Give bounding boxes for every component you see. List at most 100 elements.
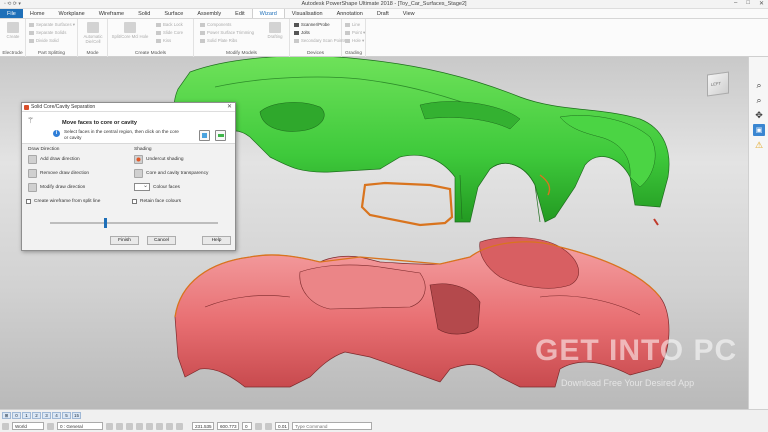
point-icon [345,30,350,35]
split-line[interactable] [360,174,659,227]
zoom-icon[interactable]: ⌕ [753,79,765,91]
workplane-select[interactable]: World [12,422,44,430]
grid-icon[interactable] [265,422,272,430]
scan-points-icon [294,38,299,43]
layer-button[interactable]: ⊞ [2,412,11,419]
solid-core-cavity-dialog: Solid Core/Cavity Separation ✕ ⚚ Move fa… [21,102,236,251]
secondary-scan-points-button[interactable]: Secondary Scan Points [294,38,346,43]
tab-surface[interactable]: Surface [157,9,190,18]
drafting-icon [269,22,281,33]
close-icon[interactable]: ✕ [759,0,764,7]
scanner-probe-button[interactable]: Scanner/Probe [294,22,330,27]
tab-solid[interactable]: Solid [131,9,157,18]
transparency-button[interactable]: Core and cavity transparency [134,169,208,178]
layer-button[interactable]: 4 [52,412,61,419]
shaded-view-icon[interactable]: ▣ [753,124,765,136]
grading-point-button[interactable]: Point ▾ [345,30,365,36]
remove-draw-direction-button[interactable]: Remove draw direction [28,169,89,178]
split-core-icon [124,22,136,33]
tool-icon[interactable] [116,422,123,430]
components-icon [200,22,205,27]
command-input[interactable] [292,422,372,430]
tool-icon[interactable] [126,422,133,430]
solid-plate-ribs-button[interactable]: Solid Plate Ribs [200,38,237,43]
ribbon-tabs: File Home Workplane Wireframe Solid Surf… [0,9,768,19]
create-wireframe-checkbox[interactable] [26,199,31,204]
colour-faces-control[interactable]: Colour faces [134,182,180,191]
grading-line-button[interactable]: Line [345,22,360,27]
tab-edit[interactable]: Edit [228,9,251,18]
tool-icon[interactable] [106,422,113,430]
layer-button[interactable]: 0 [12,412,21,419]
tab-assembly[interactable]: Assembly [190,9,228,18]
dialog-close-icon[interactable]: ✕ [227,103,232,112]
modify-draw-direction-button[interactable]: Modify draw direction [28,183,85,192]
power-surface-trimming-button[interactable]: Power Surface Trimming [200,30,254,35]
level-select[interactable]: 0 : General [57,422,103,430]
group-create-models: Split/Core Mcl Hole Back Lock Slide Core… [108,19,194,57]
core-body[interactable] [174,236,670,388]
finish-button[interactable]: Finish [110,236,139,245]
separate-solids-button[interactable]: Separate Solids [29,30,66,35]
components-button[interactable]: Components [200,22,231,27]
transparency-slider[interactable] [50,218,218,228]
tool-icon[interactable] [136,422,143,430]
automatic-mode-button[interactable]: Automatic Die/Cell [82,22,104,44]
retain-face-colours-checkbox[interactable] [132,199,137,204]
tolerance-field[interactable]: 0.01 [275,422,289,430]
create-electrode-button[interactable]: Create [2,22,24,39]
tab-visualisation[interactable]: Visualisation [285,9,330,18]
warning-icon[interactable]: ⚠ [753,139,765,151]
workplane-icon [2,422,9,430]
view-cube-face-label: LEFT [711,80,721,87]
tab-wizard[interactable]: Wizard [251,9,285,18]
layer-button[interactable]: 15 [72,412,82,419]
cancel-button[interactable]: Cancel [147,236,176,245]
grading-hole-button[interactable]: Hole ▾ [345,38,364,44]
cavity-body[interactable] [173,57,670,223]
layer-button[interactable]: 3 [42,412,51,419]
tool-icon[interactable] [146,422,153,430]
tool-icon[interactable] [166,422,173,430]
jolts-button[interactable]: Jolts [294,30,310,35]
snap-icon[interactable] [255,422,262,430]
view-cube[interactable]: LEFT [707,71,729,97]
trimming-icon [200,30,205,35]
create-wireframe-option[interactable]: Create wireframe from split line [26,199,100,204]
layer-button[interactable]: 5 [62,412,71,419]
help-button[interactable]: Help [202,236,231,245]
divide-solid-button[interactable]: Divide Solid [29,38,59,43]
colour-picker[interactable] [134,182,150,191]
pan-icon[interactable]: ✥ [753,109,765,121]
tab-annotation[interactable]: Annotation [330,9,370,18]
retain-face-colours-option[interactable]: Retain face colours [132,199,181,204]
move-to-cavity-button[interactable] [215,130,226,141]
back-lock-button[interactable]: Back Lock [156,22,183,27]
tab-wireframe[interactable]: Wireframe [92,9,131,18]
maximize-icon[interactable]: □ [746,0,750,7]
slide-core-button[interactable]: Slide Core [156,30,183,35]
slider-thumb[interactable] [104,218,108,228]
add-draw-direction-button[interactable]: Add draw direction [28,155,80,164]
split-core-button[interactable]: Split/Core Mcl Hole [110,22,150,39]
kiss-button[interactable]: Kiss [156,38,171,43]
tab-file[interactable]: File [0,9,23,18]
separate-surfaces-button[interactable]: Separate Surfaces ▾ [29,22,75,28]
ribs-icon [200,38,205,43]
tab-draft[interactable]: Draft [370,9,396,18]
undercut-icon [134,155,143,164]
tab-home[interactable]: Home [23,9,52,18]
undercut-shading-button[interactable]: Undercut shading [134,155,184,164]
minimize-icon[interactable]: – [734,0,737,7]
tab-workplane[interactable]: Workplane [52,9,92,18]
ribbon-panel: Create Electrode Separate Surfaces ▾ Sep… [0,19,768,57]
wizard-wand-icon: ⚚ [27,116,35,125]
tool-icon[interactable] [156,422,163,430]
zoom-box-icon[interactable]: ⌕ [753,94,765,106]
move-to-core-button[interactable] [199,130,210,141]
layer-button[interactable]: 2 [32,412,41,419]
drafting-button[interactable]: Drafting [264,22,286,39]
layer-button[interactable]: 1 [22,412,31,419]
tab-view[interactable]: View [396,9,422,18]
tool-icon[interactable] [176,422,183,430]
